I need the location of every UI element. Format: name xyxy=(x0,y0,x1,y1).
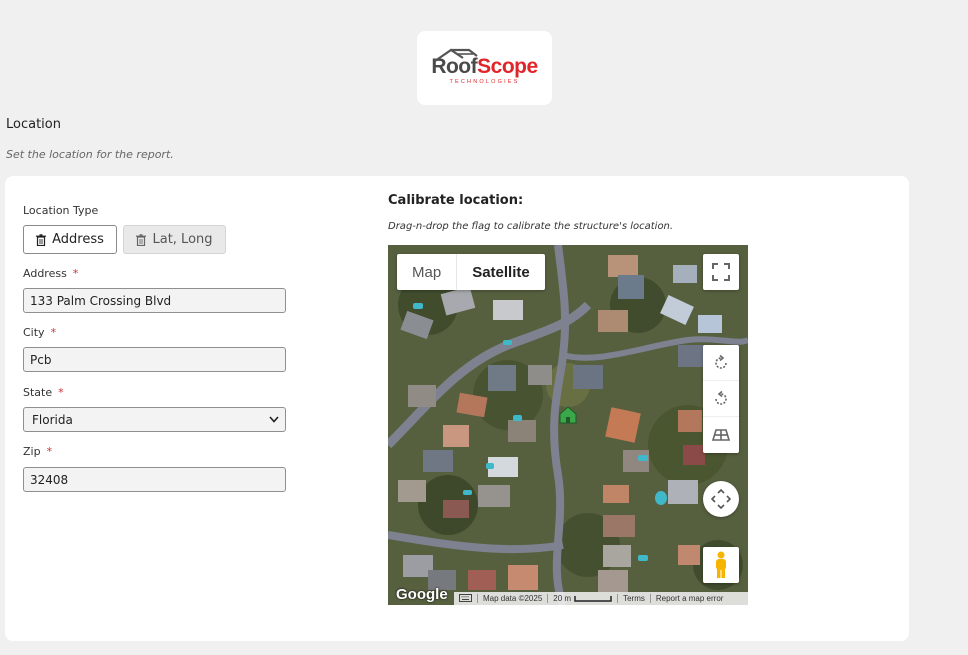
state-label: State * xyxy=(23,386,64,399)
satellite-view-button[interactable]: Satellite xyxy=(457,254,545,290)
calibrate-subtitle: Drag-n-drop the flag to calibrate the st… xyxy=(388,221,674,232)
rotate-counterclockwise-icon xyxy=(715,390,727,405)
terms-link[interactable]: Terms xyxy=(617,594,650,603)
chevron-down-icon xyxy=(269,416,279,423)
pan-arrows-icon xyxy=(711,489,731,509)
satellite-imagery xyxy=(388,245,748,605)
map-rotate-controls xyxy=(703,345,739,453)
latlong-type-label: Lat, Long xyxy=(152,232,213,247)
address-type-button[interactable]: Address xyxy=(23,225,117,254)
scale-bar xyxy=(574,595,612,602)
map-view-button[interactable]: Map xyxy=(397,254,458,290)
section-subtitle: Set the location for the report. xyxy=(6,148,174,161)
section-title: Location xyxy=(6,117,61,132)
address-type-label: Address xyxy=(52,232,104,247)
latlong-type-button[interactable]: Lat, Long xyxy=(123,225,226,254)
keyboard-shortcuts-button[interactable] xyxy=(454,593,477,604)
address-label: Address * xyxy=(23,267,79,280)
pan-control[interactable] xyxy=(703,481,739,517)
report-map-error-link[interactable]: Report a map error xyxy=(649,594,729,603)
pegman-icon xyxy=(716,551,726,578)
zip-field[interactable]: 32408 xyxy=(23,467,286,492)
city-label: City * xyxy=(23,326,57,339)
map-type-toggle: Map Satellite xyxy=(397,254,545,290)
logo-tagline: TECHNOLOGIES xyxy=(449,79,520,85)
calibrate-title: Calibrate location: xyxy=(388,193,524,208)
rotate-counterclockwise-button[interactable] xyxy=(703,381,739,417)
city-field[interactable]: Pcb xyxy=(23,347,286,372)
location-card: Location Type Address Lat, Long Address *… xyxy=(5,176,909,641)
tilt-view-button[interactable] xyxy=(703,417,739,453)
rotate-clockwise-icon xyxy=(715,354,727,369)
trash-icon xyxy=(136,233,147,246)
roofscope-logo: RoofScope TECHNOLOGIES xyxy=(417,31,552,105)
street-view-pegman[interactable] xyxy=(703,547,739,583)
address-field[interactable]: 133 Palm Crossing Blvd xyxy=(23,288,286,313)
state-select-value: Florida xyxy=(32,412,73,427)
scale-control[interactable]: 20 m xyxy=(547,594,617,603)
satellite-map[interactable]: Map Satellite Google Map data ©2025 20 m… xyxy=(388,245,748,605)
state-select[interactable]: Florida xyxy=(23,407,286,432)
map-data-credit: Map data ©2025 xyxy=(477,594,547,603)
map-attribution-bar: Map data ©2025 20 m Terms Report a map e… xyxy=(454,592,748,605)
zip-label: Zip * xyxy=(23,445,53,458)
keyboard-icon xyxy=(459,593,472,602)
tilt-icon xyxy=(712,429,730,441)
fullscreen-button[interactable] xyxy=(703,254,739,290)
rotate-clockwise-button[interactable] xyxy=(703,345,739,381)
trash-icon xyxy=(36,233,47,246)
fullscreen-icon xyxy=(712,263,730,281)
house-roof-icon xyxy=(434,48,478,62)
location-type-label: Location Type xyxy=(23,204,99,217)
google-logo: Google xyxy=(396,586,448,603)
